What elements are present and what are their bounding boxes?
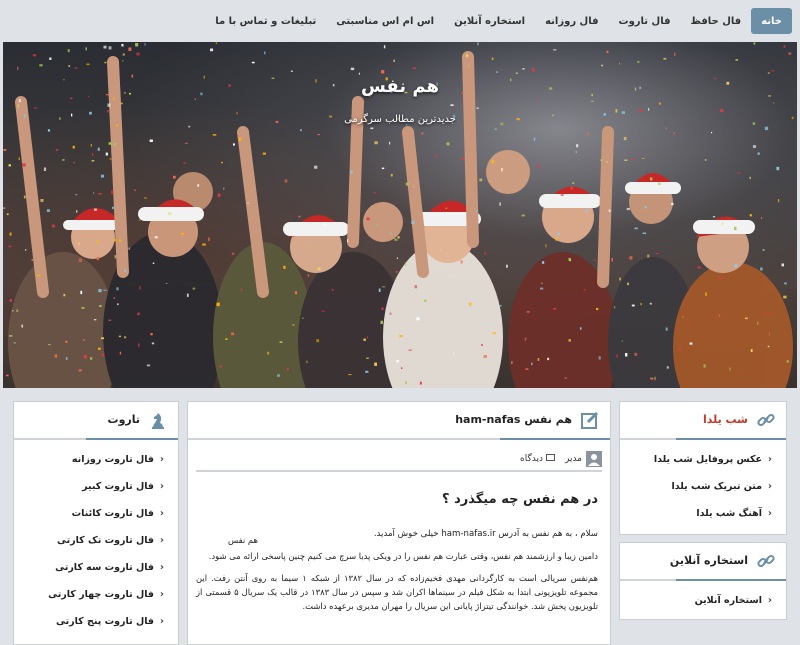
tarot-item[interactable]: ‹ فال تاروت کبیر: [14, 473, 178, 500]
article-paragraph: دامین زیبا و ارزشمند هم نفس، وقتی عبارت …: [208, 551, 598, 561]
tarot-item[interactable]: ‹ فال تاروت تک کارتی: [14, 527, 178, 554]
yalda-panel-header: شب یلدا: [620, 402, 786, 440]
author-name: مدیر: [564, 454, 582, 464]
tarot-panel: تاروت ‹ فال تاروت روزانه ‹ فال تاروت کبیر …: [13, 401, 179, 645]
chevron-left-icon: ‹: [767, 595, 772, 606]
chevron-left-icon: ‹: [767, 454, 772, 465]
article-panel: هم نفس ham-nafas مدیر دیدگاه در هم نفس چ…: [187, 401, 611, 645]
header-underline: [500, 438, 610, 440]
estekhare-item[interactable]: ‹ استخاره آنلاین: [620, 587, 786, 614]
user-avatar-icon: [586, 451, 602, 467]
chevron-left-icon: ‹: [159, 535, 164, 546]
estekhare-list: ‹ استخاره آنلاین: [620, 587, 786, 614]
chevron-left-icon: ‹: [159, 589, 164, 600]
tarot-item[interactable]: ‹ فال تاروت روزانه: [14, 446, 178, 473]
header-underline: [676, 438, 786, 440]
tarot-item[interactable]: ‹ فال تاروت پنج کارتی: [14, 608, 178, 635]
tarot-panel-title: تاروت: [107, 413, 140, 426]
article-comments[interactable]: دیدگاه: [520, 454, 555, 464]
site-tagline: جدیدترین مطالب سرگرمی: [344, 114, 456, 125]
nav-home[interactable]: خانه: [751, 8, 792, 34]
estekhare-panel-title: استخاره آنلاین: [669, 554, 748, 567]
inline-link[interactable]: هم نفس: [228, 533, 258, 547]
chevron-left-icon: ‹: [159, 508, 164, 519]
article-meta: مدیر دیدگاه: [196, 448, 602, 472]
hero-banner: هم نفس جدیدترین مطالب سرگرمی: [3, 42, 797, 388]
nav-estekhare[interactable]: استخاره آنلاین: [444, 8, 535, 34]
chevron-left-icon: ‹: [159, 616, 164, 627]
nav-sms[interactable]: اس ام اس مناسبتی: [326, 8, 444, 34]
chevron-left-icon: ‹: [767, 508, 772, 519]
comment-icon: [545, 454, 555, 461]
tarot-panel-header: تاروت: [14, 402, 178, 440]
tarot-item[interactable]: ‹ فال تاروت چهار کارتی: [14, 581, 178, 608]
article-body: سلام ، به هم نفس به آدرس ham-nafas.ir خی…: [196, 527, 598, 621]
header-underline: [676, 579, 786, 581]
header-underline: [86, 438, 178, 440]
chess-knight-icon: [152, 413, 164, 429]
nav-fal-daily[interactable]: فال روزانه: [535, 8, 608, 34]
article-header: هم نفس ham-nafas: [188, 402, 610, 440]
site-title: هم نفس: [360, 76, 440, 97]
yalda-panel-title: شب یلدا: [702, 413, 748, 426]
link-icon: [757, 554, 775, 568]
estekhare-panel-header: استخاره آنلاین: [620, 543, 786, 581]
top-navigation: خانه فال حافظ فال تاروت فال روزانه استخا…: [0, 0, 800, 42]
chevron-left-icon: ‹: [159, 454, 164, 465]
yalda-item[interactable]: ‹ عکس پروفایل شب یلدا: [620, 446, 786, 473]
chevron-left-icon: ‹: [159, 481, 164, 492]
estekhare-panel: استخاره آنلاین ‹ استخاره آنلاین: [619, 542, 787, 620]
nav-fal-tarot[interactable]: فال تاروت: [609, 8, 681, 34]
tarot-item[interactable]: ‹ فال تاروت سه کارتی: [14, 554, 178, 581]
tarot-list: ‹ فال تاروت روزانه ‹ فال تاروت کبیر ‹ فال ت…: [14, 446, 178, 635]
article-paragraph: هم‌نفس سریالی است به کارگردانی مهدی فخیم…: [196, 573, 598, 611]
article-author[interactable]: مدیر: [565, 451, 602, 467]
article-title: هم نفس ham-nafas: [455, 413, 572, 426]
nav-fal-hafez[interactable]: فال حافظ: [681, 8, 752, 34]
edit-icon: [581, 411, 599, 429]
yalda-list: ‹ عکس پروفایل شب یلدا ‹ متن تبریک شب یلدا …: [620, 446, 786, 527]
link-icon: [757, 413, 775, 427]
tarot-item[interactable]: ‹ فال تاروت کائنات: [14, 500, 178, 527]
nav-contact[interactable]: تبلیغات و تماس با ما: [205, 8, 326, 34]
chevron-left-icon: ‹: [767, 481, 772, 492]
yalda-panel: شب یلدا ‹ عکس پروفایل شب یلدا ‹ متن تبریک …: [619, 401, 787, 535]
nav-list: خانه فال حافظ فال تاروت فال روزانه استخا…: [205, 8, 792, 34]
article-paragraph: سلام ، به هم نفس به آدرس ham-nafas.ir خی…: [228, 529, 598, 545]
chevron-left-icon: ‹: [159, 562, 164, 573]
yalda-item[interactable]: ‹ آهنگ شب یلدا: [620, 500, 786, 527]
yalda-item[interactable]: ‹ متن تبریک شب یلدا: [620, 473, 786, 500]
article-heading: در هم نفس چه میگذرد ؟: [442, 492, 598, 507]
